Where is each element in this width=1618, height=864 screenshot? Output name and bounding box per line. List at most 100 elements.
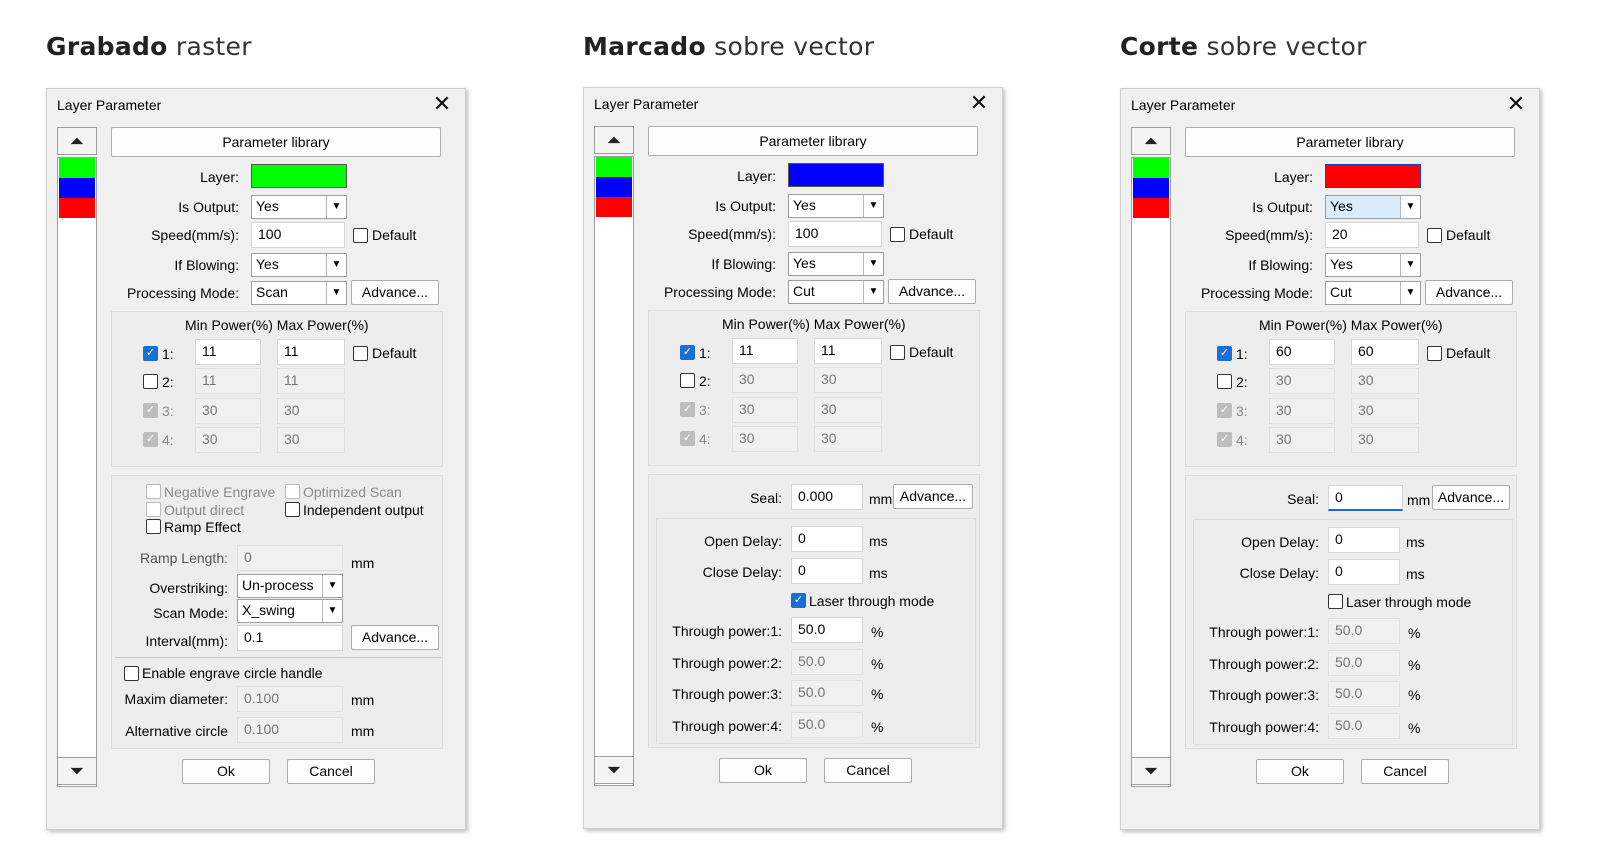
- power-1-min-input[interactable]: 60: [1269, 339, 1335, 365]
- power-row-1-checkbox[interactable]: ✓: [143, 346, 158, 361]
- seal-input[interactable]: 0.000: [791, 484, 863, 510]
- power-header: Min Power(%) Max Power(%): [185, 317, 369, 333]
- close-icon[interactable]: ✕: [429, 91, 455, 117]
- seal-advance-button[interactable]: Advance...: [1432, 485, 1510, 510]
- layer-swatch-blue[interactable]: [59, 178, 95, 198]
- power-1-max-input[interactable]: 11: [277, 339, 345, 365]
- layer-swatch-blue[interactable]: [596, 177, 632, 197]
- if-blowing-select[interactable]: Yes ▼: [788, 252, 884, 276]
- scroll-up-button[interactable]: ⏶: [1131, 127, 1171, 155]
- open-delay-input[interactable]: 0: [1328, 527, 1400, 553]
- overstriking-select[interactable]: Un-process ▼: [237, 574, 343, 598]
- overstriking-value: Un-process: [242, 577, 314, 593]
- layer-list[interactable]: [1131, 157, 1171, 787]
- through-power-4-input: 50.0: [791, 712, 863, 738]
- laser-through-checkbox[interactable]: ✓: [791, 593, 806, 608]
- through-power-3-label: Through power:3:: [1209, 687, 1319, 703]
- close-icon[interactable]: ✕: [1503, 91, 1529, 117]
- layer-color-box[interactable]: [788, 163, 884, 187]
- power-row-3-label: 3:: [162, 403, 174, 419]
- scan-mode-select[interactable]: X_swing ▼: [237, 599, 343, 623]
- if-blowing-label: If Blowing:: [711, 256, 776, 272]
- processing-advance-button[interactable]: Advance...: [351, 280, 439, 305]
- interval-advance-button[interactable]: Advance...: [351, 625, 439, 650]
- power-4-min-input: 30: [195, 427, 261, 453]
- cancel-button[interactable]: Cancel: [824, 758, 912, 783]
- parameter-library-button[interactable]: Parameter library: [111, 127, 441, 157]
- power-row-1-checkbox[interactable]: ✓: [680, 345, 695, 360]
- seal-advance-button[interactable]: Advance...: [893, 484, 973, 509]
- speed-default-checkbox[interactable]: [353, 228, 368, 243]
- power-row-4-label: 4:: [699, 431, 711, 447]
- independent-output-label: Independent output: [303, 502, 424, 518]
- scroll-up-button[interactable]: ⏶: [57, 127, 97, 155]
- ramp-effect-checkbox[interactable]: [146, 519, 161, 534]
- processing-advance-button[interactable]: Advance...: [1425, 280, 1513, 305]
- power-2-min-input: 11: [195, 368, 261, 394]
- negative-engrave-label: Negative Engrave: [164, 484, 276, 500]
- independent-output-checkbox[interactable]: [285, 502, 300, 517]
- layer-swatch-green[interactable]: [596, 157, 632, 177]
- layer-swatch-red[interactable]: [596, 197, 632, 217]
- scroll-down-button[interactable]: ⏷: [1131, 757, 1171, 785]
- speed-default-checkbox[interactable]: [890, 227, 905, 242]
- scroll-down-button[interactable]: ⏷: [594, 756, 634, 784]
- layer-list[interactable]: [594, 156, 634, 786]
- through-power-3-input: 50.0: [791, 680, 863, 706]
- speed-input[interactable]: 100: [251, 222, 345, 248]
- processing-mode-select[interactable]: Cut ▼: [788, 280, 884, 304]
- is-output-select[interactable]: Yes ▼: [788, 194, 884, 218]
- is-output-select[interactable]: Yes ▼: [251, 195, 347, 219]
- power-1-max-input[interactable]: 11: [814, 338, 882, 364]
- interval-input[interactable]: 0.1: [237, 625, 343, 651]
- power-3-min-input: 30: [1269, 398, 1335, 424]
- layer-swatch-green[interactable]: [1133, 158, 1169, 178]
- processing-mode-select[interactable]: Scan ▼: [251, 281, 347, 305]
- close-icon[interactable]: ✕: [966, 90, 992, 116]
- seal-input[interactable]: 0: [1328, 485, 1403, 511]
- parameter-library-button[interactable]: Parameter library: [1185, 127, 1515, 157]
- if-blowing-select[interactable]: Yes ▼: [1325, 253, 1421, 277]
- is-output-select[interactable]: Yes ▼: [1325, 195, 1421, 219]
- power-row-2-checkbox[interactable]: [143, 374, 158, 389]
- ok-button[interactable]: Ok: [1256, 759, 1344, 784]
- close-delay-input[interactable]: 0: [1328, 559, 1400, 585]
- layer-color-box[interactable]: [1325, 164, 1421, 188]
- layer-swatch-blue[interactable]: [1133, 178, 1169, 198]
- speed-input[interactable]: 100: [788, 221, 882, 247]
- cancel-button[interactable]: Cancel: [1361, 759, 1449, 784]
- power-default-label: Default: [1446, 345, 1491, 361]
- processing-mode-value: Cut: [1330, 284, 1352, 300]
- power-default-checkbox[interactable]: [353, 346, 368, 361]
- layer-swatch-red[interactable]: [1133, 198, 1169, 218]
- power-default-checkbox[interactable]: [1427, 346, 1442, 361]
- cancel-button[interactable]: Cancel: [287, 759, 375, 784]
- speed-input[interactable]: 20: [1325, 222, 1419, 248]
- circle-handle-checkbox[interactable]: [124, 666, 139, 681]
- parameter-library-button[interactable]: Parameter library: [648, 126, 978, 156]
- layer-swatch-green[interactable]: [59, 158, 95, 178]
- laser-through-label: Laser through mode: [809, 593, 935, 609]
- open-delay-input[interactable]: 0: [791, 526, 863, 552]
- power-1-min-input[interactable]: 11: [195, 339, 261, 365]
- if-blowing-select[interactable]: Yes ▼: [251, 253, 347, 277]
- ok-button[interactable]: Ok: [182, 759, 270, 784]
- processing-advance-button[interactable]: Advance...: [888, 279, 976, 304]
- processing-mode-select[interactable]: Cut ▼: [1325, 281, 1421, 305]
- power-row-1-checkbox[interactable]: ✓: [1217, 346, 1232, 361]
- power-1-max-input[interactable]: 60: [1351, 339, 1419, 365]
- layer-swatch-red[interactable]: [59, 198, 95, 218]
- power-row-2-checkbox[interactable]: [680, 373, 695, 388]
- power-row-2-checkbox[interactable]: [1217, 374, 1232, 389]
- laser-through-checkbox[interactable]: [1328, 594, 1343, 609]
- scroll-up-button[interactable]: ⏶: [594, 126, 634, 154]
- layer-list[interactable]: [57, 157, 97, 787]
- power-default-checkbox[interactable]: [890, 345, 905, 360]
- scroll-down-button[interactable]: ⏷: [57, 757, 97, 785]
- speed-default-checkbox[interactable]: [1427, 228, 1442, 243]
- power-1-min-input[interactable]: 11: [732, 338, 798, 364]
- close-delay-input[interactable]: 0: [791, 558, 863, 584]
- layer-color-box[interactable]: [251, 164, 347, 188]
- through-power-1-input[interactable]: 50.0: [791, 617, 863, 643]
- ok-button[interactable]: Ok: [719, 758, 807, 783]
